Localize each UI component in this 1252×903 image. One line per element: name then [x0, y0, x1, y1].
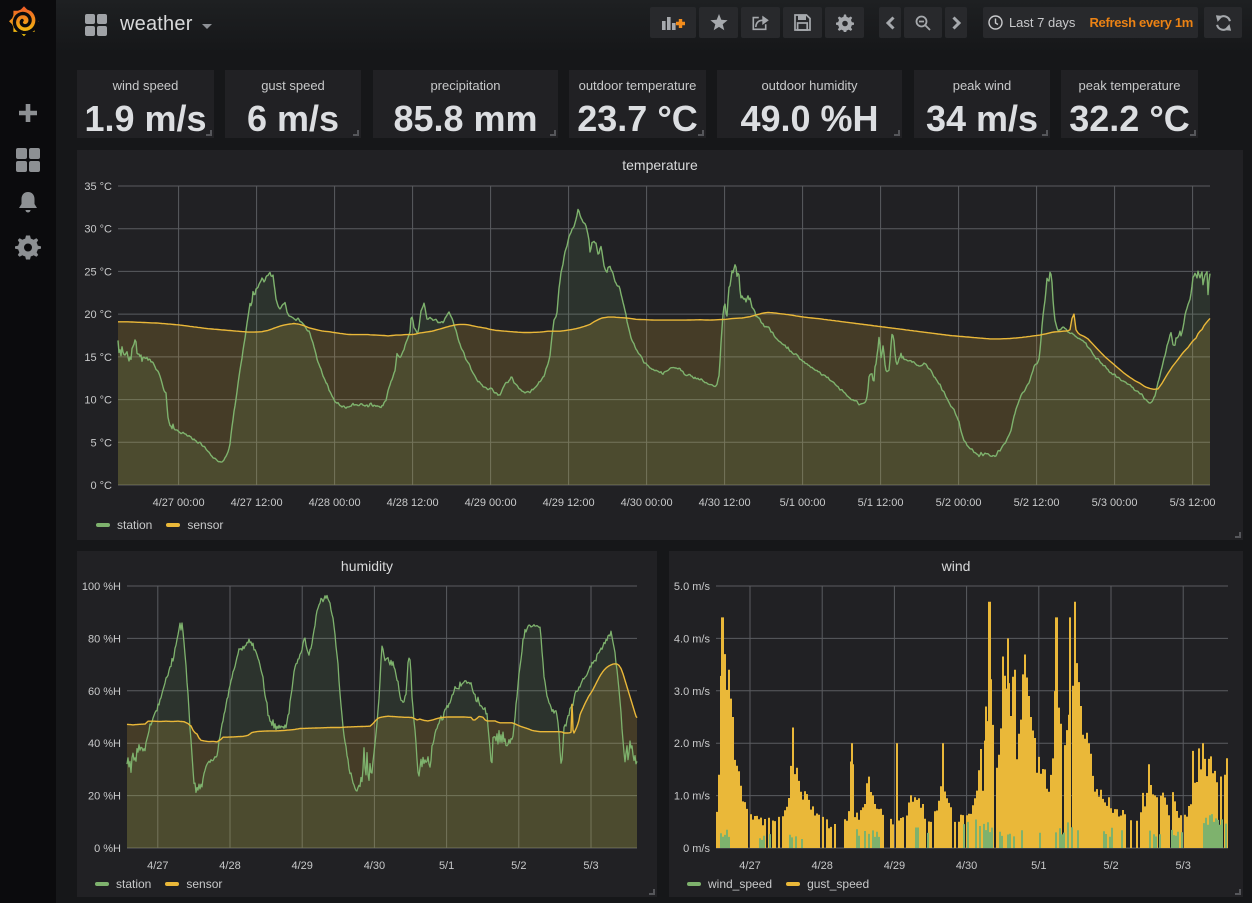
svg-text:10 °C: 10 °C: [84, 395, 112, 407]
svg-text:5.0 m/s: 5.0 m/s: [674, 581, 711, 593]
svg-text:40 %H: 40 %H: [88, 738, 121, 750]
svg-text:5/3 12:00: 5/3 12:00: [1170, 497, 1216, 509]
svg-text:5/1 00:00: 5/1 00:00: [780, 497, 826, 509]
svg-text:4/30: 4/30: [956, 860, 977, 872]
svg-text:3.0 m/s: 3.0 m/s: [674, 686, 711, 698]
svg-text:5/1: 5/1: [1031, 860, 1046, 872]
svg-text:2.0 m/s: 2.0 m/s: [674, 738, 711, 750]
svg-text:0 °C: 0 °C: [90, 480, 112, 492]
svg-text:30 °C: 30 °C: [84, 224, 112, 236]
svg-text:5/3: 5/3: [1176, 860, 1191, 872]
svg-text:20 °C: 20 °C: [84, 309, 112, 321]
svg-text:4/28: 4/28: [811, 860, 832, 872]
svg-text:4.0 m/s: 4.0 m/s: [674, 633, 711, 645]
svg-text:4/28 00:00: 4/28 00:00: [309, 497, 361, 509]
svg-text:5 °C: 5 °C: [90, 437, 112, 449]
svg-text:0 m/s: 0 m/s: [683, 843, 710, 855]
svg-text:4/30 00:00: 4/30 00:00: [621, 497, 673, 509]
svg-text:80 %H: 80 %H: [88, 633, 121, 645]
svg-text:4/29: 4/29: [291, 860, 312, 872]
svg-text:5/2: 5/2: [511, 860, 526, 872]
svg-text:0 %H: 0 %H: [94, 843, 121, 855]
svg-text:4/27: 4/27: [739, 860, 760, 872]
svg-text:60 %H: 60 %H: [88, 686, 121, 698]
svg-text:4/30: 4/30: [364, 860, 385, 872]
svg-text:4/27 00:00: 4/27 00:00: [153, 497, 205, 509]
svg-text:4/30 12:00: 4/30 12:00: [699, 497, 751, 509]
svg-text:5/2 00:00: 5/2 00:00: [936, 497, 982, 509]
svg-text:1.0 m/s: 1.0 m/s: [674, 791, 711, 803]
svg-text:5/3: 5/3: [583, 860, 598, 872]
svg-text:20 %H: 20 %H: [88, 791, 121, 803]
svg-text:5/3 00:00: 5/3 00:00: [1092, 497, 1138, 509]
svg-text:5/2 12:00: 5/2 12:00: [1014, 497, 1060, 509]
svg-text:4/29 00:00: 4/29 00:00: [465, 497, 517, 509]
svg-text:4/29 12:00: 4/29 12:00: [543, 497, 595, 509]
svg-text:5/1: 5/1: [439, 860, 454, 872]
svg-text:25 °C: 25 °C: [84, 266, 112, 278]
svg-text:4/28: 4/28: [219, 860, 240, 872]
svg-text:4/27: 4/27: [147, 860, 168, 872]
svg-text:15 °C: 15 °C: [84, 352, 112, 364]
svg-text:5/1 12:00: 5/1 12:00: [858, 497, 904, 509]
svg-text:4/29: 4/29: [884, 860, 905, 872]
svg-text:4/27 12:00: 4/27 12:00: [231, 497, 283, 509]
svg-text:4/28 12:00: 4/28 12:00: [387, 497, 439, 509]
svg-text:100 %H: 100 %H: [82, 581, 121, 593]
svg-text:5/2: 5/2: [1103, 860, 1118, 872]
svg-text:35 °C: 35 °C: [84, 181, 112, 193]
